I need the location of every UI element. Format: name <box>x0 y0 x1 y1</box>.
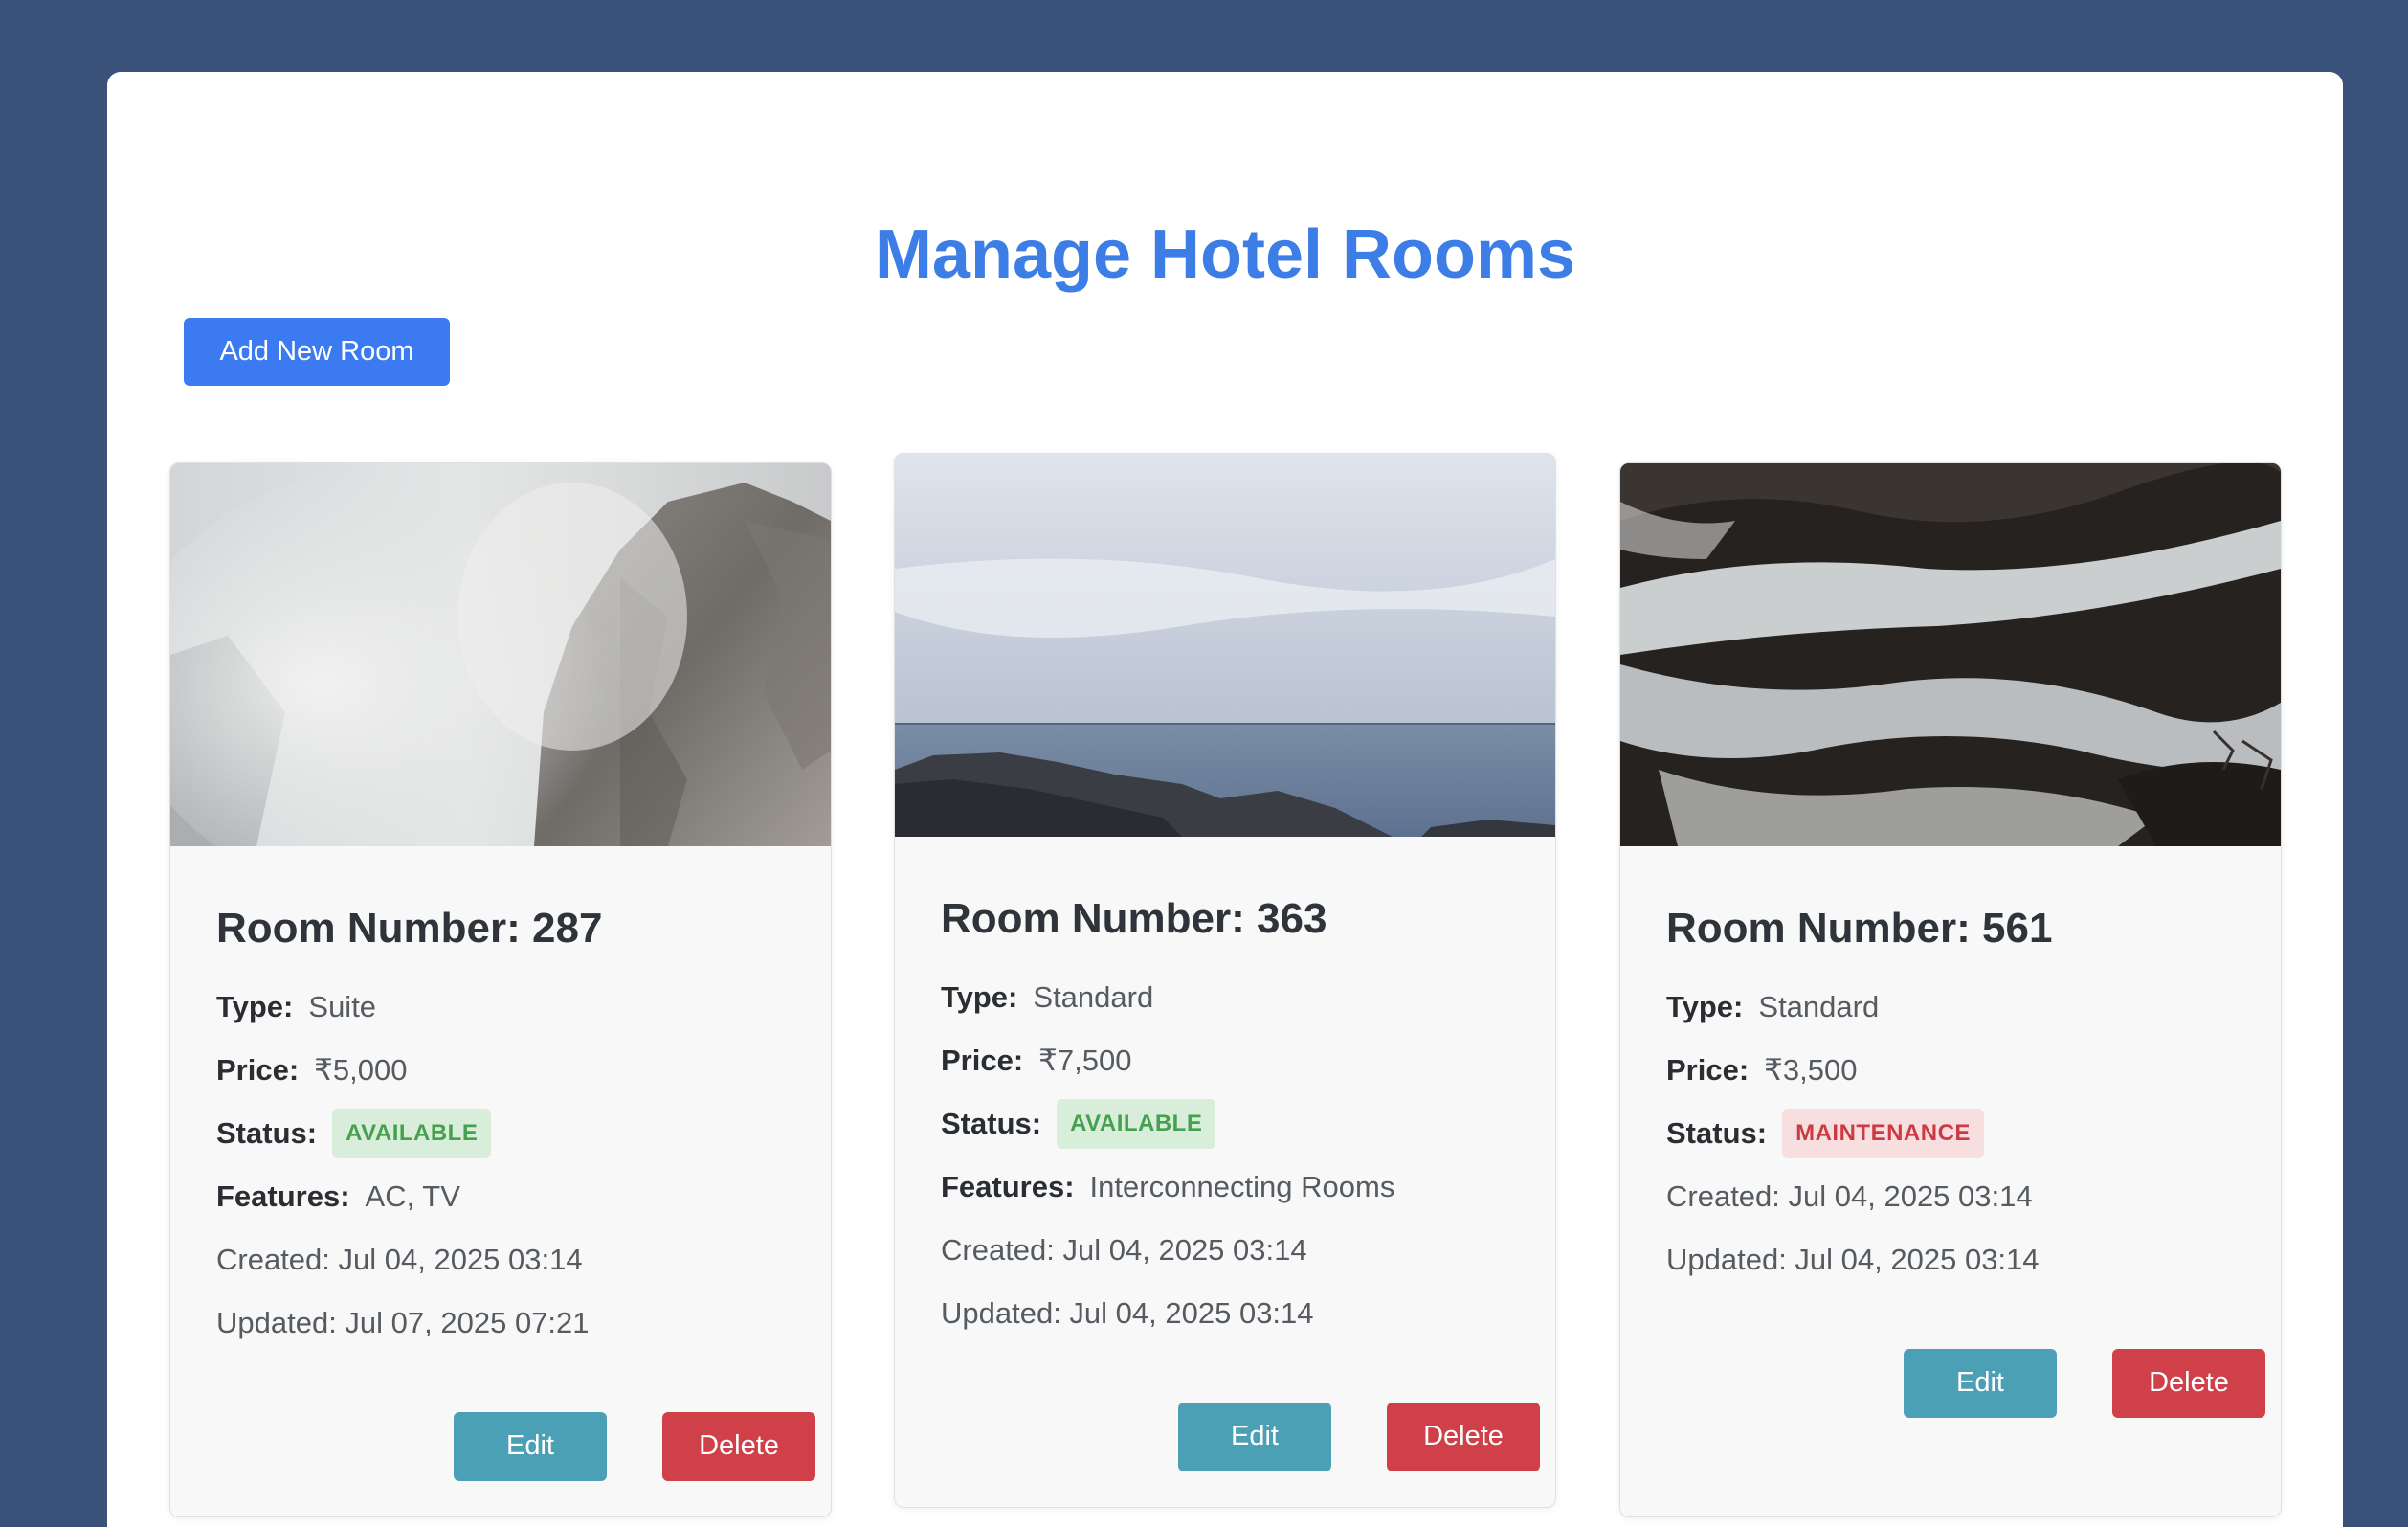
room-type: Type: Suite <box>216 976 785 1039</box>
delete-button[interactable]: Delete <box>2112 1348 2265 1418</box>
room-status: Status: AVAILABLE <box>216 1102 785 1165</box>
room-card-body: Room Number: 287 Type: Suite Price: ₹5,0… <box>170 904 831 1481</box>
created-timestamp: Created: Jul 04, 2025 03:14 <box>216 1242 583 1276</box>
created-timestamp: Created: Jul 04, 2025 03:14 <box>941 1232 1307 1267</box>
features-value: AC, TV <box>365 1179 460 1213</box>
updated-timestamp: Updated: Jul 04, 2025 03:14 <box>1666 1242 2040 1276</box>
card-actions: Edit Delete <box>941 1402 1540 1471</box>
edit-button[interactable]: Edit <box>1178 1402 1331 1471</box>
room-number: Room Number: 287 <box>216 905 603 952</box>
delete-button[interactable]: Delete <box>662 1411 815 1481</box>
type-label: Type: <box>941 979 1018 1014</box>
room-image-ocean-waves <box>1620 463 2281 846</box>
price-label: Price: <box>941 1043 1024 1077</box>
card-actions: Edit Delete <box>216 1411 815 1481</box>
created-timestamp: Created: Jul 04, 2025 03:14 <box>1666 1179 2033 1213</box>
price-value: ₹3,500 <box>1764 1052 1858 1087</box>
room-card-body: Room Number: 561 Type: Standard Price: ₹… <box>1620 904 2281 1418</box>
room-type: Type: Standard <box>1666 976 2235 1039</box>
room-status: Status: MAINTENANCE <box>1666 1102 2235 1165</box>
room-number: Room Number: 561 <box>1666 905 2053 952</box>
status-label: Status: <box>216 1115 318 1150</box>
status-badge: MAINTENANCE <box>1782 1108 1984 1158</box>
room-type: Type: Standard <box>941 966 1509 1029</box>
room-price: Price: ₹5,000 <box>216 1039 785 1102</box>
room-image-mountain-fog <box>170 463 831 846</box>
card-actions: Edit Delete <box>1666 1348 2265 1418</box>
room-card-body: Room Number: 363 Type: Standard Price: ₹… <box>895 894 1555 1471</box>
room-status: Status: AVAILABLE <box>941 1092 1509 1156</box>
room-price: Price: ₹3,500 <box>1666 1039 2235 1102</box>
edit-button[interactable]: Edit <box>454 1411 607 1481</box>
status-badge: AVAILABLE <box>332 1108 492 1158</box>
room-number: Room Number: 363 <box>941 895 1327 942</box>
type-value: Standard <box>1033 979 1154 1014</box>
status-label: Status: <box>941 1106 1042 1140</box>
status-badge: AVAILABLE <box>1057 1098 1216 1149</box>
features-label: Features: <box>941 1169 1075 1203</box>
room-price: Price: ₹7,500 <box>941 1029 1509 1092</box>
price-value: ₹5,000 <box>314 1052 408 1087</box>
room-card: Room Number: 561 Type: Standard Price: ₹… <box>1619 462 2282 1517</box>
type-label: Type: <box>1666 989 1744 1023</box>
price-label: Price: <box>216 1052 300 1087</box>
edit-button[interactable]: Edit <box>1904 1348 2057 1418</box>
updated-timestamp: Updated: Jul 04, 2025 03:14 <box>941 1295 1314 1330</box>
room-card: Room Number: 363 Type: Standard Price: ₹… <box>894 453 1556 1508</box>
type-value: Suite <box>308 989 377 1023</box>
room-features: Features: Interconnecting Rooms <box>941 1156 1509 1219</box>
status-label: Status: <box>1666 1115 1768 1150</box>
price-label: Price: <box>1666 1052 1750 1087</box>
room-image-sea-rocks <box>895 454 1555 837</box>
features-label: Features: <box>216 1179 350 1213</box>
add-new-room-button[interactable]: Add New Room <box>184 318 450 386</box>
page-title: Manage Hotel Rooms <box>874 216 1576 293</box>
updated-timestamp: Updated: Jul 07, 2025 07:21 <box>216 1305 590 1339</box>
room-card: Room Number: 287 Type: Suite Price: ₹5,0… <box>169 462 832 1517</box>
type-label: Type: <box>216 989 294 1023</box>
features-value: Interconnecting Rooms <box>1089 1169 1395 1203</box>
room-features: Features: AC, TV <box>216 1165 785 1228</box>
type-value: Standard <box>1758 989 1880 1023</box>
price-value: ₹7,500 <box>1038 1043 1132 1077</box>
delete-button[interactable]: Delete <box>1387 1402 1540 1471</box>
